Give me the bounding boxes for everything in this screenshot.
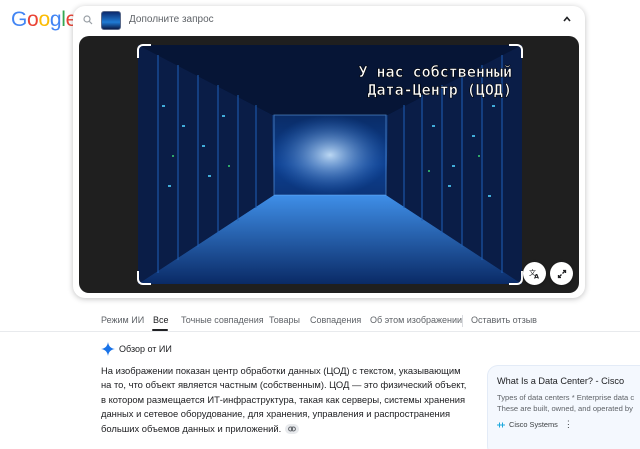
crop-handle-bottom-left[interactable]	[137, 271, 151, 285]
logo-letter: g	[49, 8, 62, 31]
image-preview-panel: У нас собственный Дата-Центр (ЦОД) 文 A	[79, 36, 579, 293]
tab-exact-matches[interactable]: Точные совпадения	[181, 315, 264, 325]
crop-handle-top-left[interactable]	[137, 44, 151, 58]
tab-visual-matches[interactable]: Совпадения	[310, 315, 361, 325]
fullscreen-button[interactable]	[550, 262, 573, 285]
result-snippet-line: These are built, owned, and operated by	[497, 404, 633, 413]
result-snippet-line: Types of data centers * Enterprise data …	[497, 393, 635, 402]
search-icon	[83, 15, 93, 25]
cisco-logo-icon	[497, 422, 505, 427]
ai-overview-paragraph: На изображении показан центр обработки д…	[101, 365, 467, 434]
query-image-thumbnail[interactable]	[101, 11, 121, 30]
tab-divider	[462, 315, 463, 327]
tab-about-image[interactable]: Об этом изображении	[370, 315, 462, 325]
logo-letter: o	[27, 8, 39, 31]
results-tabs: Режим ИИ Все Точные совпадения Товары Со…	[0, 305, 640, 332]
ai-overview-text: На изображении показан центр обработки д…	[101, 364, 471, 436]
search-input[interactable]: Дополните запрос	[129, 14, 214, 25]
tab-ai-mode[interactable]: Режим ИИ	[101, 315, 144, 325]
search-bar[interactable]: Дополните запрос	[73, 6, 585, 34]
translate-icon: 文 A	[529, 268, 539, 280]
lens-search-card: Дополните запрос У нас собственный Дата-…	[73, 6, 585, 298]
logo-letter: G	[11, 8, 28, 31]
expand-icon	[557, 269, 566, 278]
result-snippet: Types of data centers * Enterprise data …	[497, 392, 640, 414]
chevron-up-icon[interactable]	[561, 13, 573, 25]
google-logo[interactable]: Google	[11, 8, 77, 32]
crop-handle-bottom-right[interactable]	[509, 271, 523, 285]
tab-all[interactable]: Все	[153, 315, 169, 325]
gemini-spark-icon	[101, 342, 115, 356]
logo-letter: o	[38, 8, 50, 31]
overlay-text-line1: У нас собственный	[358, 63, 512, 81]
result-card[interactable]: What Is a Data Center? - Cisco Types of …	[488, 366, 640, 449]
result-source-name: Cisco Systems	[509, 420, 558, 429]
source-link-button[interactable]	[285, 424, 300, 435]
ai-overview-label: Обзор от ИИ	[119, 344, 172, 354]
more-options-icon[interactable]: ⋮	[564, 419, 573, 430]
tab-products[interactable]: Товары	[269, 315, 300, 325]
ai-overview-header: Обзор от ИИ	[101, 342, 172, 356]
svg-text:A: A	[534, 273, 539, 280]
result-source: Cisco Systems ⋮	[497, 419, 573, 430]
overlay-text-line2: Дата-Центр (ЦОД)	[368, 81, 513, 99]
translate-button[interactable]: 文 A	[523, 262, 546, 285]
crop-handle-top-right[interactable]	[509, 44, 523, 58]
link-icon	[288, 426, 297, 432]
active-tab-indicator	[152, 329, 168, 331]
feedback-link[interactable]: Оставить отзыв	[471, 315, 537, 325]
datacenter-photo[interactable]: У нас собственный Дата-Центр (ЦОД)	[138, 45, 522, 284]
result-title[interactable]: What Is a Data Center? - Cisco	[497, 376, 624, 386]
